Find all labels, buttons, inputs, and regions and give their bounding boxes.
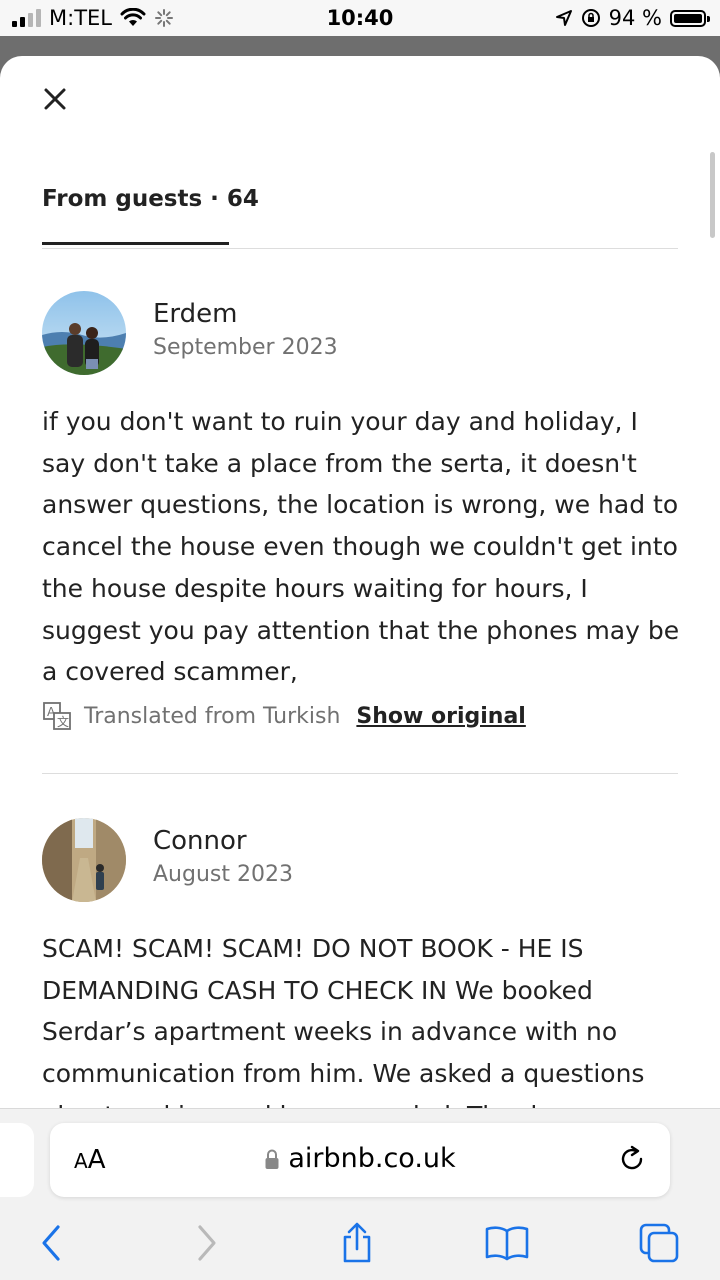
battery-icon	[670, 9, 710, 27]
battery-percent: 94 %	[608, 6, 662, 30]
review-tabs: From guests · 64	[42, 186, 678, 249]
avatar	[42, 291, 126, 375]
translated-from-label: Translated from Turkish	[84, 703, 341, 729]
url-display[interactable]: airbnb.co.uk	[50, 1143, 670, 1174]
forward-button[interactable]	[182, 1218, 232, 1268]
chevron-right-icon	[198, 1225, 216, 1261]
reviews-sheet: From guests · 64 Erdem September 2023 if…	[0, 56, 720, 1108]
browser-toolbar	[0, 1206, 720, 1280]
review-item: Connor August 2023 SCAM! SCAM! SCAM! DO …	[42, 818, 678, 1108]
translate-icon: A 文	[43, 702, 71, 730]
chevron-left-icon	[42, 1225, 60, 1261]
browser-address-area: AA airbnb.co.uk	[0, 1108, 720, 1207]
review-date: September 2023	[153, 335, 338, 360]
avatar	[42, 818, 126, 902]
reviewer-name: Connor	[153, 826, 247, 856]
bookmarks-button[interactable]	[482, 1218, 532, 1268]
address-bar[interactable]: AA airbnb.co.uk	[50, 1123, 670, 1197]
share-button[interactable]	[332, 1218, 382, 1268]
share-icon	[343, 1222, 371, 1263]
location-arrow-icon	[555, 10, 572, 26]
reload-icon[interactable]	[616, 1143, 648, 1175]
tabs-button[interactable]	[634, 1218, 684, 1268]
back-button[interactable]	[26, 1218, 76, 1268]
translation-note: A 文 Translated from Turkish Show origina…	[42, 701, 526, 731]
review-text: SCAM! SCAM! SCAM! DO NOT BOOK - HE IS DE…	[42, 934, 645, 1108]
url-text: airbnb.co.uk	[288, 1143, 456, 1174]
rotation-lock-icon	[581, 9, 600, 27]
reviewer-name: Erdem	[153, 299, 238, 329]
status-right: 94 %	[555, 6, 710, 30]
close-icon[interactable]	[38, 82, 72, 116]
previous-tab-pill[interactable]	[0, 1123, 34, 1197]
book-icon	[485, 1226, 529, 1261]
tabs-icon	[639, 1223, 679, 1263]
divider	[42, 773, 678, 774]
review-item: Erdem September 2023 if you don't want t…	[42, 291, 679, 731]
review-text: if you don't want to ruin your day and h…	[42, 407, 680, 687]
lock-icon	[265, 1149, 279, 1169]
review-date: August 2023	[153, 862, 293, 887]
tab-indicator	[42, 242, 229, 245]
svg-text:文: 文	[57, 714, 69, 729]
show-original-link[interactable]: Show original	[356, 704, 525, 729]
scrollbar[interactable]	[710, 152, 715, 238]
tab-from-guests[interactable]: From guests · 64	[42, 186, 259, 212]
status-bar: M:TEL 10:40 94 %	[0, 0, 720, 36]
